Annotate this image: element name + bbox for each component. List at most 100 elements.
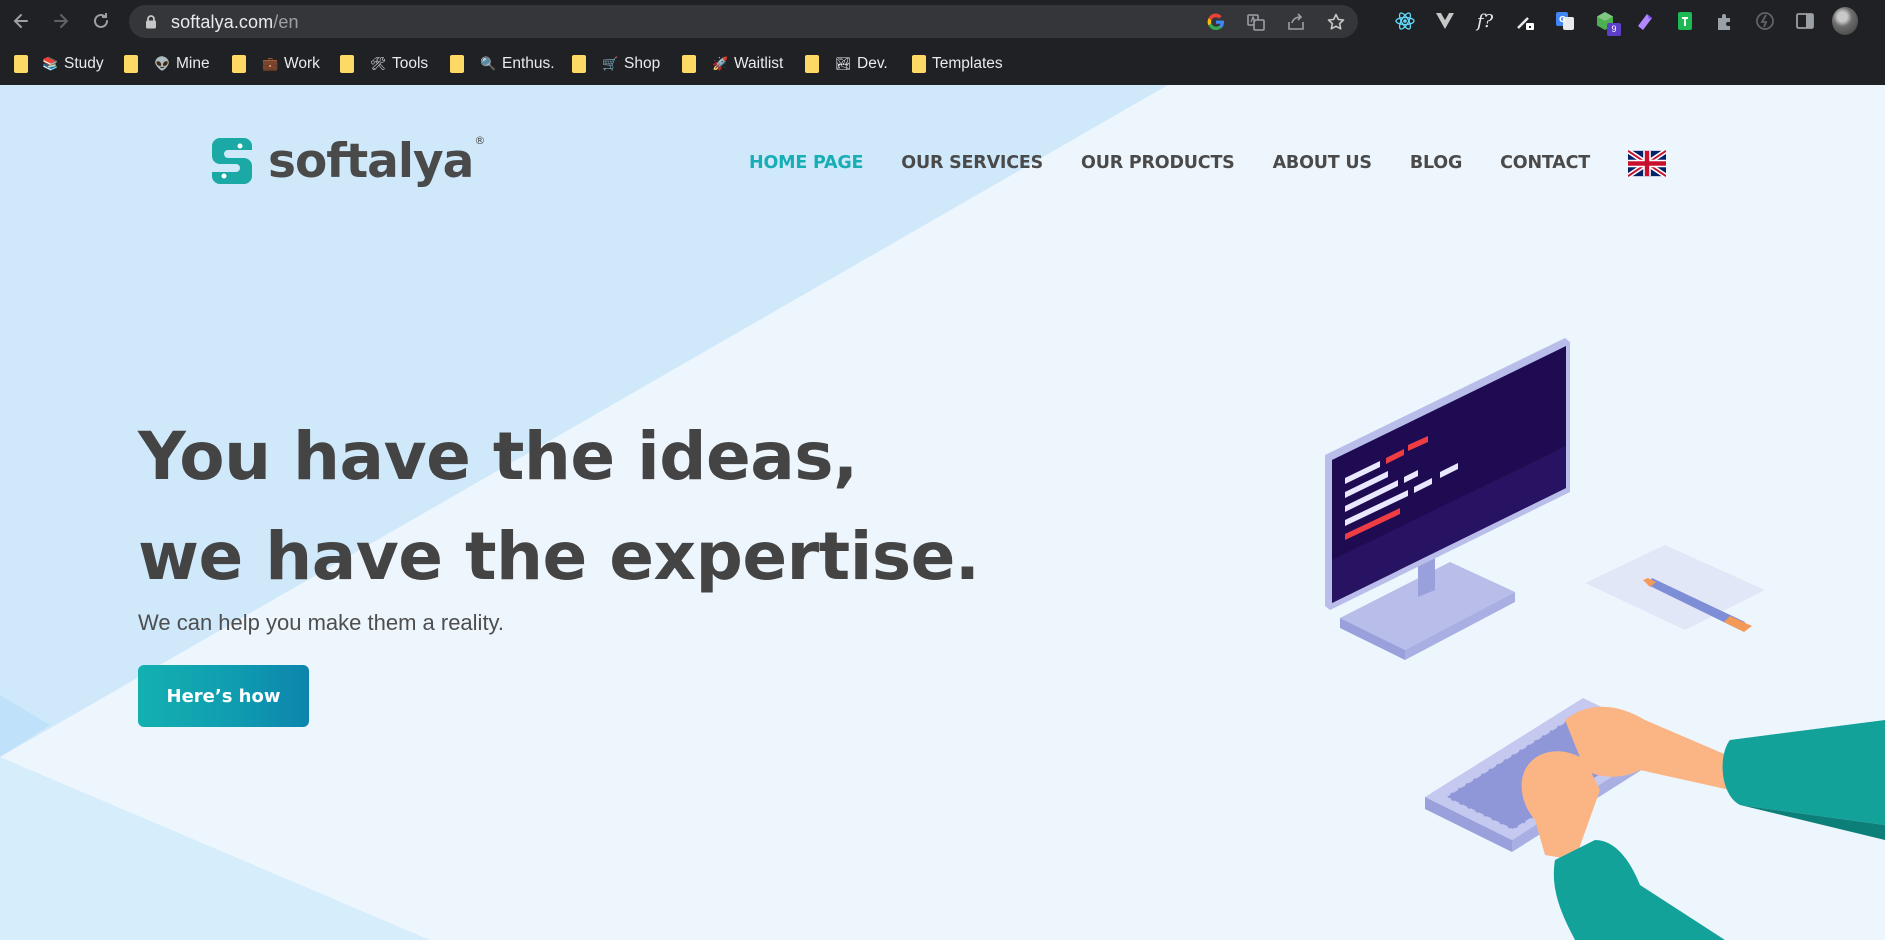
share-icon [1288, 13, 1304, 30]
vue-icon [1436, 13, 1454, 29]
bookmark-waitlist[interactable]: 🚀 Waitlist [712, 52, 783, 76]
back-arrow-icon [13, 14, 28, 28]
green-t-icon [1678, 12, 1692, 30]
nav-contact[interactable]: CONTACT [1500, 153, 1590, 173]
hero-subtitle: We can help you make them a reality. [138, 610, 505, 635]
forward-button[interactable] [48, 8, 74, 34]
bookmark-folder[interactable] [572, 52, 586, 76]
purple-gem-extension[interactable] [1632, 8, 1658, 34]
bookmark-label: Work [284, 55, 320, 72]
bookmark-label: Tools [392, 55, 429, 72]
google-icon [1207, 13, 1224, 31]
paper-illustration [1585, 545, 1765, 630]
react-devtools-extension[interactable] [1392, 8, 1418, 34]
address-bar[interactable]: softalya.com/en [129, 5, 1358, 38]
folder-icon [124, 55, 138, 73]
pen-extension[interactable] [1512, 8, 1538, 34]
nav-about-us[interactable]: ABOUT US [1273, 153, 1372, 173]
bookmark-tools[interactable]: 🛠 Tools [370, 52, 428, 76]
vue-devtools-extension[interactable] [1432, 8, 1458, 34]
gem-icon [1638, 14, 1652, 30]
hero-illustration [1325, 338, 1885, 940]
bookmark-dev[interactable]: 🏞 Dev. [835, 52, 888, 76]
google-lens-button[interactable] [1204, 10, 1228, 34]
bookmark-work[interactable]: 💼 Work [262, 52, 320, 76]
folder-icon [912, 55, 926, 73]
bookmark-folder[interactable] [124, 52, 138, 76]
bookmark-favicon-icon: 🚀 [712, 56, 729, 71]
webpage: softalya ® HOME PAGE OUR SERVICES OUR PRO… [0, 85, 1885, 940]
bookmark-folder[interactable] [232, 52, 246, 76]
pen-icon [1517, 17, 1534, 30]
bookmark-favicon-icon: 🛒 [602, 56, 619, 71]
folder-icon [232, 55, 246, 73]
hero-title: You have the ideas, we have the expertis… [138, 407, 980, 607]
bookmark-favicon-icon: 📚 [42, 56, 59, 71]
puzzle-icon [1718, 14, 1730, 30]
extensions-toolbar: f? G 9 [1392, 7, 1858, 36]
logo-registered-mark: ® [474, 133, 486, 147]
bookmark-favicon-icon: 🛠 [370, 56, 387, 71]
side-panel-button[interactable] [1792, 8, 1818, 34]
address-bar-actions [1204, 10, 1348, 34]
bookmark-shop[interactable]: 🛒 Shop [602, 52, 660, 76]
translate-button[interactable] [1244, 10, 1268, 34]
bookmark-enthus[interactable]: 🔍 Enthus. [480, 52, 555, 76]
main-navigation: HOME PAGE OUR SERVICES OUR PRODUCTS ABOU… [749, 148, 1666, 178]
bookmarks-bar: 📚 Study 👽 Mine 💼 Work 🛠 Tools 🔍 Enthus. 🛒 Shop 🚀 Wait… [0, 43, 1885, 85]
side-panel-icon [1796, 13, 1814, 29]
extensions-menu-button[interactable] [1712, 8, 1738, 34]
address-url: softalya.com/en [171, 12, 299, 32]
bookmark-label: Mine [176, 55, 210, 72]
bookmark-favicon-icon: 🔍 [480, 56, 497, 71]
bookmark-folder[interactable] [805, 52, 819, 76]
bookmark-mine[interactable]: 👽 Mine [154, 52, 210, 76]
folder-icon [682, 55, 696, 73]
performance-button[interactable] [1752, 8, 1778, 34]
bookmark-templates[interactable]: Templates [912, 52, 1003, 76]
nav-blog[interactable]: BLOG [1410, 153, 1463, 173]
forward-arrow-icon [54, 14, 69, 28]
svg-text:G: G [1559, 15, 1566, 24]
bookmark-folder[interactable] [682, 52, 696, 76]
hero-title-line-1: You have the ideas, [138, 418, 858, 495]
bookmark-favicon-icon: 🏞 [835, 56, 852, 71]
folder-icon [572, 55, 586, 73]
share-button[interactable] [1284, 10, 1308, 34]
bookmark-label: Dev. [857, 55, 888, 72]
react-icon [1395, 12, 1415, 30]
formula-extension[interactable]: f? [1472, 8, 1498, 34]
google-translate-extension[interactable]: G [1552, 8, 1578, 34]
reload-button[interactable] [88, 8, 114, 34]
heres-how-button[interactable]: Here’s how [138, 665, 309, 727]
bookmark-folder[interactable] [340, 52, 354, 76]
bookmark-label: Study [64, 55, 104, 72]
bookmark-star-button[interactable] [1324, 10, 1348, 34]
reload-icon [94, 13, 108, 28]
back-button[interactable] [8, 8, 34, 34]
green-t-extension[interactable] [1672, 8, 1698, 34]
nav-home-page[interactable]: HOME PAGE [749, 153, 863, 173]
bookmark-label: Shop [624, 55, 661, 72]
browser-chrome: softalya.com/en f? G 9 📚 Study 👽 Mine 💼 … [0, 0, 1885, 85]
logo-wordmark: softalya [268, 133, 474, 189]
bookmark-study[interactable]: 📚 Study [42, 52, 104, 76]
lock-icon [146, 15, 156, 29]
site-logo[interactable]: softalya ® [210, 133, 485, 189]
profile-button[interactable] [1832, 7, 1858, 35]
nav-our-services[interactable]: OUR SERVICES [901, 153, 1043, 173]
nav-our-products[interactable]: OUR PRODUCTS [1081, 153, 1235, 173]
hero-title-line-2: we have the expertise. [138, 518, 980, 595]
bookmark-folder[interactable] [14, 52, 28, 76]
extension-badge: 9 [1607, 23, 1621, 36]
logo-text: softalya ® [268, 133, 485, 189]
url-path: /en [273, 12, 299, 32]
folder-icon [340, 55, 354, 73]
bookmark-label: Templates [932, 55, 1003, 72]
folder-icon [805, 55, 819, 73]
uk-flag-language-icon[interactable] [1628, 149, 1666, 177]
folder-icon [14, 55, 28, 73]
green-cube-extension[interactable]: 9 [1592, 8, 1621, 36]
logo-mark-icon [212, 138, 252, 184]
bookmark-folder[interactable] [450, 52, 464, 76]
